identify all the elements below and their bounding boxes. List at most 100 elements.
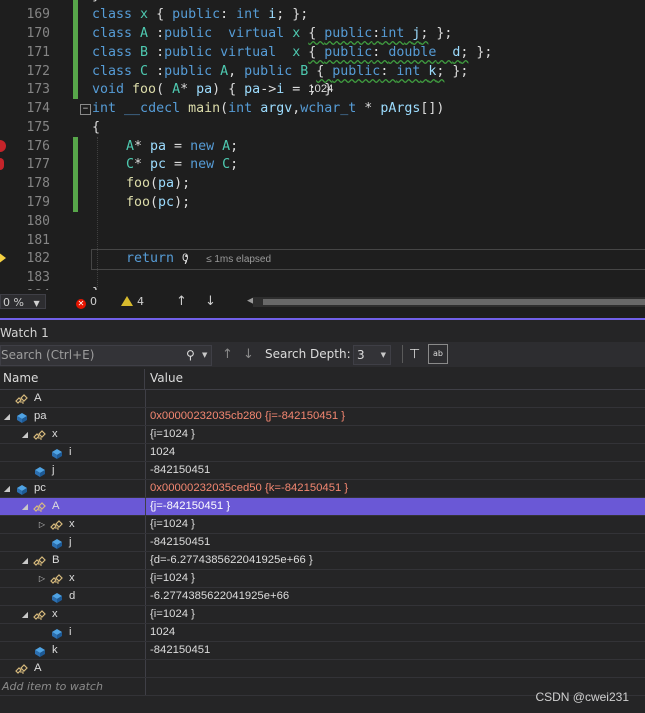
fold-toggle-icon[interactable]: −	[80, 104, 91, 115]
field-icon	[50, 447, 63, 459]
column-divider[interactable]	[144, 369, 145, 389]
watch-value[interactable]: {i=1024 }	[145, 606, 645, 623]
watch-row[interactable]: i 1024	[0, 624, 645, 642]
code-line: int __cdecl main(int argv,wchar_t * pArg…	[92, 101, 445, 116]
expand-arrow-icon[interactable]: ▷	[37, 570, 47, 587]
watch-name-cell[interactable]: ◢ x	[0, 426, 144, 443]
watch-row[interactable]: ◢ x {i=1024 }	[0, 426, 645, 444]
line-number: 179	[26, 195, 50, 210]
watch-row[interactable]: d -6.2774385622041925e+66	[0, 588, 645, 606]
watch-name-cell[interactable]: ▷ x	[0, 570, 144, 587]
add-item-placeholder[interactable]: Add item to watch	[2, 678, 103, 695]
watch-row[interactable]: ▷ x {i=1024 }	[0, 570, 645, 588]
collapse-arrow-icon[interactable]: ◢	[20, 426, 30, 443]
watch-name-cell[interactable]: j	[0, 462, 144, 479]
warning-count[interactable]: 4	[121, 294, 144, 309]
class-icon	[33, 555, 46, 566]
add-watch-cell[interactable]: Add item to watch	[0, 678, 144, 695]
watch-row[interactable]: k -842150451	[0, 642, 645, 660]
arrow-up-icon[interactable]: ↑	[176, 294, 187, 309]
watch-value[interactable]: -6.2774385622041925e+66	[145, 588, 645, 605]
collapse-arrow-icon[interactable]: ◢	[20, 498, 30, 515]
error-count[interactable]: ✕ 0	[76, 294, 97, 309]
watch-name-cell[interactable]: A	[0, 390, 144, 407]
collapse-arrow-icon[interactable]: ◢	[2, 480, 12, 497]
watch-value[interactable]: {d=-6.2774385622041925e+66 }	[145, 552, 645, 569]
search-input[interactable]: Search (Ctrl+E) ⚲ ▼	[0, 345, 212, 366]
watch-name-cell[interactable]: k	[0, 642, 144, 659]
watch-value[interactable]: -842150451	[145, 642, 645, 659]
line-number: 180	[26, 214, 50, 229]
watch-name-cell[interactable]: ▷ x	[0, 516, 144, 533]
field-icon	[50, 591, 63, 603]
watch-name: x	[52, 428, 58, 440]
watch-row[interactable]: A	[0, 660, 645, 678]
zoom-dropdown[interactable]: 0 % ▼	[0, 294, 46, 309]
watch-row[interactable]: A	[0, 390, 645, 408]
line-number: 169	[26, 7, 50, 22]
scrollbar-thumb[interactable]	[263, 299, 645, 305]
collapse-arrow-icon[interactable]: ◢	[20, 552, 30, 569]
perf-tip[interactable]: ≤ 1ms elapsed	[206, 254, 271, 265]
watch-name-cell[interactable]: i	[0, 624, 144, 641]
chevron-down-icon: ▼	[380, 351, 386, 359]
watch-row[interactable]: ◢ B {d=-6.2774385622041925e+66 }	[0, 552, 645, 570]
chevron-down-icon[interactable]: ▼	[202, 346, 207, 365]
search-previous-icon[interactable]: ↑	[222, 346, 233, 363]
code-editor[interactable]: 168 169 170 171 172 173 174 175 176 177 …	[0, 0, 645, 290]
watch-name: A	[52, 500, 60, 512]
watch-value[interactable]: {i=1024 }	[145, 426, 645, 443]
watch-name-cell[interactable]: ◢ A	[0, 498, 144, 515]
collapse-arrow-icon[interactable]: ◢	[20, 606, 30, 623]
watch-row[interactable]: ◢ x {i=1024 }	[0, 606, 645, 624]
field-icon	[50, 537, 63, 549]
watch-name-cell[interactable]: ◢ B	[0, 552, 144, 569]
arrow-down-icon[interactable]: ↓	[205, 294, 216, 309]
watch-row[interactable]: ◢ pa 0x00000232035cb280 {j=-842150451 }	[0, 408, 645, 426]
column-value-header[interactable]: Value	[150, 371, 183, 385]
watch-value[interactable]: 0x00000232035cb280 {j=-842150451 }	[145, 408, 645, 425]
column-name-header[interactable]: Name	[3, 371, 38, 385]
search-next-icon[interactable]: ↓	[243, 346, 254, 363]
watch-row[interactable]: j -842150451	[0, 462, 645, 480]
watch-row[interactable]: ▷ x {i=1024 }	[0, 516, 645, 534]
watch-value[interactable]: {i=1024 }	[145, 516, 645, 533]
watch-value[interactable]: -842150451	[145, 534, 645, 551]
watch-name-cell[interactable]: d	[0, 588, 144, 605]
watch-value[interactable]: {i=1024 }	[145, 570, 645, 587]
code-line: void foo( A* pa) { pa->i = 1024; }	[92, 82, 334, 97]
pin-icon[interactable]: ⊤	[409, 346, 420, 363]
line-number: 183	[26, 270, 50, 285]
watch-name-cell[interactable]: A	[0, 660, 144, 677]
watch-name-cell[interactable]: j	[0, 534, 144, 551]
watch-name-cell[interactable]: ◢ x	[0, 606, 144, 623]
line-number: 171	[26, 45, 50, 60]
watch-row[interactable]: ◢ A {j=-842150451 }	[0, 498, 645, 516]
search-depth-dropdown[interactable]: 3 ▼	[353, 345, 391, 365]
line-number: 173	[26, 82, 50, 97]
expand-arrow-icon[interactable]: ▷	[37, 516, 47, 533]
search-icon[interactable]: ⚲	[186, 346, 195, 365]
horizontal-scrollbar[interactable]	[253, 297, 645, 307]
class-icon	[33, 429, 46, 440]
view-format-icon[interactable]: ab	[428, 344, 448, 364]
watch-value[interactable]: {j=-842150451 }	[145, 498, 645, 515]
active-panel-accent	[0, 318, 645, 320]
collapse-arrow-icon[interactable]: ◢	[2, 408, 12, 425]
watch-name-cell[interactable]: ◢ pa	[0, 408, 144, 425]
watch-value[interactable]: 0x00000232035ced50 {k=-842150451 }	[145, 480, 645, 497]
watch-value[interactable]	[145, 390, 645, 407]
watch-value[interactable]: 1024	[145, 444, 645, 461]
watch-value[interactable]: 1024	[145, 624, 645, 641]
watch-row[interactable]: ◢ pc 0x00000232035ced50 {k=-842150451 }	[0, 480, 645, 498]
watch-value[interactable]	[145, 660, 645, 677]
error-icon: ✕	[76, 299, 86, 309]
watch-title[interactable]: Watch 1	[0, 322, 49, 344]
watch-name-cell[interactable]: ◢ pc	[0, 480, 144, 497]
watch-value[interactable]: -842150451	[145, 462, 645, 479]
watch-row[interactable]: i 1024	[0, 444, 645, 462]
field-icon	[15, 483, 28, 495]
watch-name-cell[interactable]: i	[0, 444, 144, 461]
watch-row[interactable]: j -842150451	[0, 534, 645, 552]
watch-name: d	[69, 590, 76, 602]
